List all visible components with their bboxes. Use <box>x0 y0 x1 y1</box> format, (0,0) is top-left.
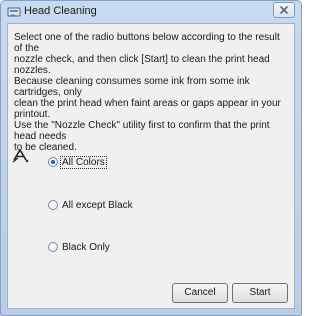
print-head-nozzle-icon <box>12 148 30 164</box>
instructions-text: Select one of the radio buttons below ac… <box>14 32 281 153</box>
radio-all-colors[interactable]: All Colors <box>48 155 107 169</box>
radio-label-black-only[interactable]: Black Only <box>61 242 111 253</box>
radio-button-all-colors[interactable] <box>48 157 58 167</box>
radio-black-only[interactable]: Black Only <box>48 240 111 254</box>
cancel-button[interactable]: Cancel <box>172 283 228 303</box>
radio-all-except-black[interactable]: All except Black <box>48 198 134 212</box>
start-button[interactable]: Start <box>232 283 288 303</box>
radio-label-all-colors[interactable]: All Colors <box>60 155 107 169</box>
close-button[interactable] <box>273 2 295 18</box>
window-title: Head Cleaning <box>24 5 97 17</box>
title-bar[interactable]: Head Cleaning <box>1 1 301 23</box>
close-icon <box>280 6 288 14</box>
radio-label-all-except-black[interactable]: All except Black <box>61 200 134 211</box>
radio-button-all-except-black[interactable] <box>48 200 58 210</box>
dialog-content: Select one of the radio buttons below ac… <box>7 23 295 309</box>
printer-head-icon <box>7 5 21 19</box>
radio-button-black-only[interactable] <box>48 242 58 252</box>
dialog-window: Head Cleaning Select one of the radio bu… <box>0 0 302 316</box>
